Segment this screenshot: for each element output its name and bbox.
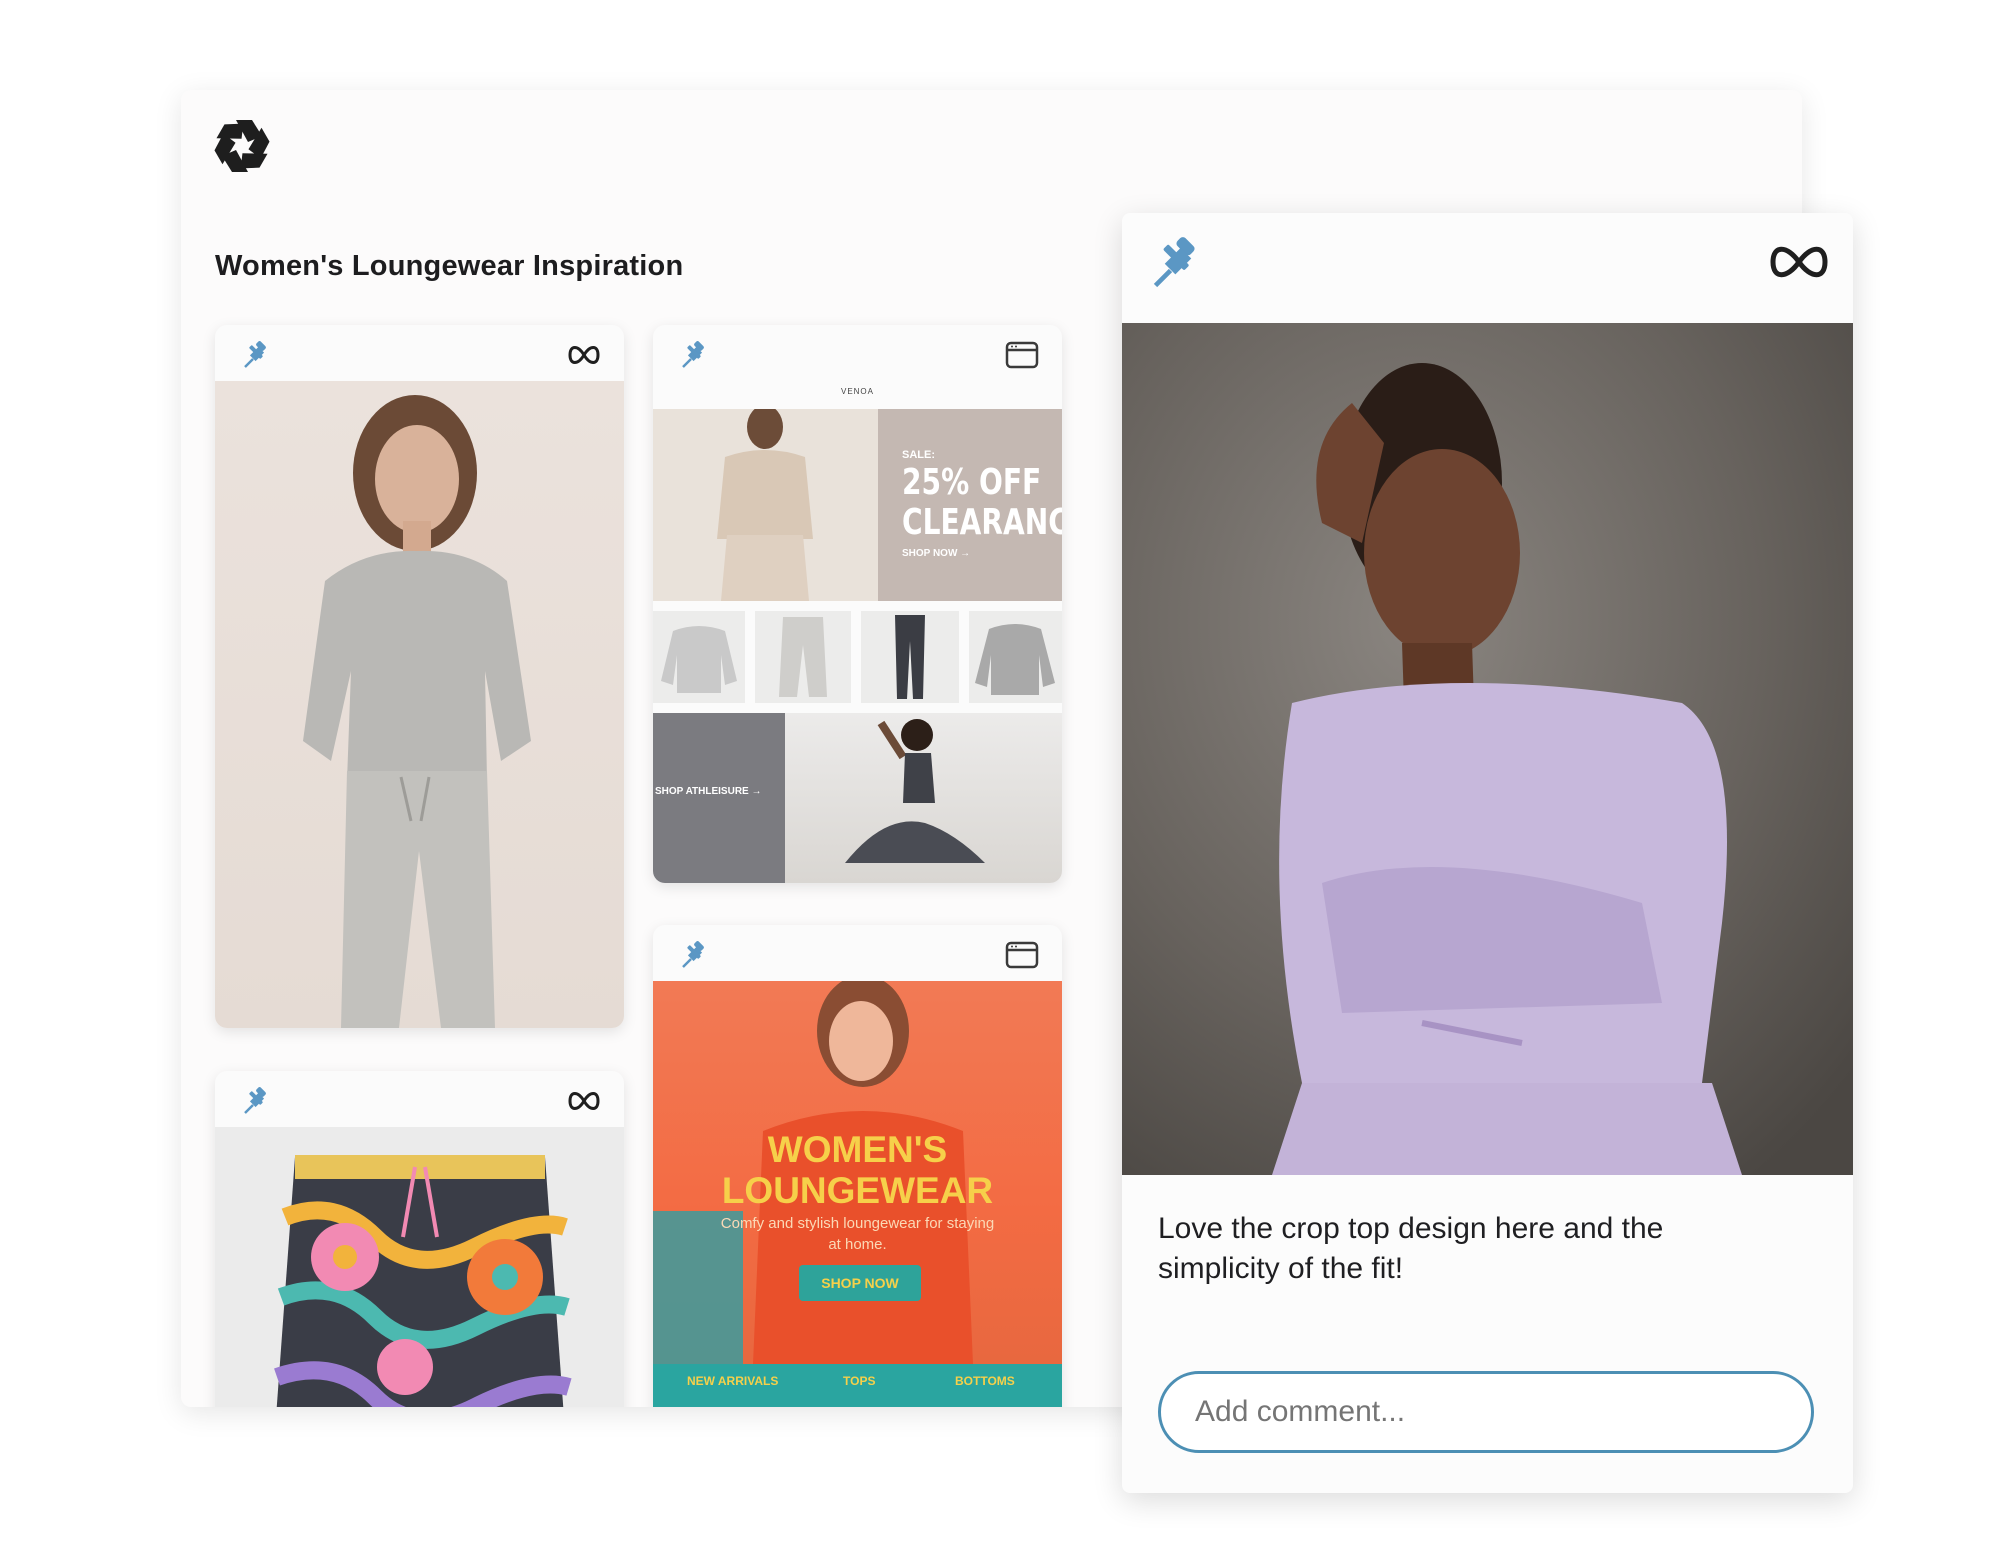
detail-photo: [1122, 323, 1853, 1175]
sale-banner[interactable]: SALE: 25% OFF CLEARANCE SHOP NOW →: [878, 409, 1062, 601]
athleisure-photo: [785, 713, 1062, 883]
promo-headline: WOMEN'S LOUNGEWEAR: [653, 1129, 1062, 1211]
shop-athleisure-link[interactable]: SHOP ATHLEISURE →: [655, 785, 765, 798]
browser-window-icon: [1005, 941, 1039, 969]
pushpin-icon[interactable]: [679, 339, 711, 371]
pushpin-icon[interactable]: [1148, 233, 1208, 293]
sale-line-2: CLEARANCE: [902, 502, 1062, 543]
board-title: Women's Loungewear Inspiration: [215, 250, 684, 282]
pin-caption: Love the crop top design here and the si…: [1158, 1212, 1664, 1285]
aperture-icon: [214, 120, 270, 172]
loungewear-promo: WOMEN'S LOUNGEWEAR Comfy and stylish lou…: [653, 981, 1062, 1364]
shop-athleisure-banner[interactable]: SHOP ATHLEISURE →: [653, 713, 785, 883]
promo-category-nav: NEW ARRIVALS TOPS BOTTOMS: [653, 1364, 1062, 1407]
pushpin-icon[interactable]: [241, 339, 273, 371]
card-header: [653, 325, 1062, 381]
sale-headline: 25% OFF CLEARANCE: [902, 463, 1062, 543]
sale-line-1: 25% OFF: [902, 462, 1042, 503]
sale-hero-photo: [653, 409, 878, 601]
pin-detail-panel: Love the crop top design here and the si…: [1122, 213, 1853, 1493]
card-header: [215, 1071, 624, 1127]
pin-card-sale-email[interactable]: VENOA SALE: 25% OFF CLEARANCE SHOP NOW →: [653, 325, 1062, 883]
meta-icon: [568, 1092, 600, 1110]
pin-card-loungewear-email[interactable]: WOMEN'S LOUNGEWEAR Comfy and stylish lou…: [653, 925, 1062, 1407]
pin-card-sweatsuit[interactable]: [215, 325, 624, 1028]
promo-subtext: Comfy and stylish loungewear for staying…: [720, 1215, 995, 1253]
product-thumb-leggings[interactable]: [861, 611, 959, 703]
meta-icon: [568, 346, 600, 364]
woman-in-lavender-crop-top-illustration: [1122, 323, 1853, 1175]
browser-window-icon: [1005, 341, 1039, 369]
promo-headline-line-2: LOUNGEWEAR: [721, 1170, 994, 1211]
product-thumb-joggers[interactable]: [755, 611, 851, 703]
woman-in-grey-sweatsuit-illustration: [303, 395, 531, 1028]
sale-shop-now-link[interactable]: SHOP NOW →: [902, 548, 970, 559]
promo-shop-now-button[interactable]: SHOP NOW: [799, 1265, 921, 1301]
card-header: [215, 325, 624, 381]
email-brand: VENOA: [840, 387, 874, 396]
card-header: [653, 925, 1062, 981]
pushpin-icon[interactable]: [241, 1085, 273, 1117]
product-thumb-crewneck[interactable]: [969, 611, 1062, 703]
floral-pants-photo: [215, 1127, 624, 1407]
pin-card-floral-pants[interactable]: [215, 1071, 624, 1407]
promo-headline-line-1: WOMEN'S: [767, 1129, 948, 1170]
nav-tops[interactable]: TOPS: [843, 1374, 875, 1388]
comment-input[interactable]: [1158, 1371, 1814, 1453]
nav-bottoms[interactable]: BOTTOMS: [955, 1374, 1015, 1388]
sale-label: SALE:: [902, 449, 935, 461]
pushpin-icon[interactable]: [679, 939, 711, 971]
nav-new-arrivals[interactable]: NEW ARRIVALS: [687, 1374, 778, 1388]
product-thumb-sweatshirt[interactable]: [653, 611, 745, 703]
meta-icon: [1770, 246, 1828, 278]
sweatsuit-photo: [215, 381, 624, 1028]
